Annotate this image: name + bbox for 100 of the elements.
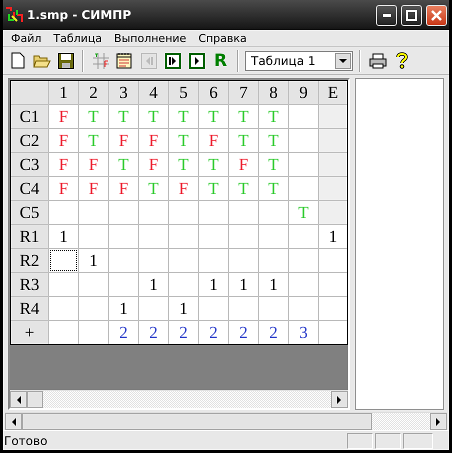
table-cell[interactable] bbox=[49, 297, 78, 320]
table-cell[interactable] bbox=[229, 297, 258, 320]
table-cell[interactable]: 1 bbox=[49, 225, 78, 248]
table-cell[interactable]: 1 bbox=[199, 273, 228, 296]
table-cell[interactable] bbox=[259, 297, 288, 320]
table-cell[interactable] bbox=[79, 201, 108, 224]
table-cell[interactable] bbox=[79, 225, 108, 248]
column-header[interactable]: 7 bbox=[229, 81, 258, 104]
table-cell[interactable] bbox=[169, 249, 198, 272]
table-cell[interactable]: 2 bbox=[229, 321, 258, 344]
row-header[interactable]: + bbox=[11, 321, 48, 344]
menu-item[interactable]: Файл bbox=[5, 32, 48, 44]
table-cell[interactable] bbox=[319, 249, 347, 272]
table-cell[interactable]: F bbox=[49, 105, 78, 128]
scroll-thumb[interactable] bbox=[27, 391, 43, 408]
scroll-thumb[interactable] bbox=[22, 413, 372, 430]
table-cell[interactable]: 1 bbox=[259, 273, 288, 296]
column-header[interactable]: 6 bbox=[199, 81, 228, 104]
table-cell[interactable]: F bbox=[79, 177, 108, 200]
table-cell[interactable]: 1 bbox=[319, 225, 347, 248]
column-header[interactable]: 9 bbox=[289, 81, 318, 104]
table-cell[interactable] bbox=[49, 201, 78, 224]
close-button[interactable] bbox=[426, 4, 447, 26]
table-cell[interactable] bbox=[139, 201, 168, 224]
table-cell[interactable]: 2 bbox=[199, 321, 228, 344]
scroll-right-button[interactable] bbox=[331, 391, 348, 408]
table-cell[interactable] bbox=[199, 225, 228, 248]
table-cell[interactable]: F bbox=[199, 129, 228, 152]
column-header[interactable]: 1 bbox=[49, 81, 78, 104]
table-cell[interactable]: F bbox=[49, 129, 78, 152]
step-icon[interactable] bbox=[162, 50, 183, 71]
column-header[interactable]: 2 bbox=[79, 81, 108, 104]
table-cell[interactable] bbox=[199, 249, 228, 272]
play-icon[interactable] bbox=[186, 50, 207, 71]
table-cell[interactable] bbox=[169, 201, 198, 224]
table-cell[interactable] bbox=[319, 201, 347, 224]
table-cell[interactable] bbox=[199, 297, 228, 320]
row-header[interactable]: C5 bbox=[11, 201, 48, 224]
table-cell[interactable] bbox=[289, 249, 318, 272]
table-cell[interactable] bbox=[229, 201, 258, 224]
table-cell[interactable] bbox=[229, 249, 258, 272]
table-cell[interactable] bbox=[79, 321, 108, 344]
column-header[interactable]: 8 bbox=[259, 81, 288, 104]
table-cell[interactable] bbox=[49, 321, 78, 344]
table-cell[interactable] bbox=[79, 297, 108, 320]
table-cell[interactable] bbox=[109, 249, 138, 272]
table-cell[interactable] bbox=[259, 249, 288, 272]
table-cell[interactable] bbox=[139, 249, 168, 272]
table-cell[interactable] bbox=[49, 249, 78, 272]
maximize-button[interactable] bbox=[401, 4, 422, 26]
table-select[interactable]: Таблица 1 bbox=[245, 50, 353, 70]
row-header[interactable]: R2 bbox=[11, 249, 48, 272]
table-cell[interactable] bbox=[319, 153, 347, 176]
table-cell[interactable]: F bbox=[109, 177, 138, 200]
table-cell[interactable] bbox=[169, 225, 198, 248]
table-cell[interactable]: F bbox=[139, 153, 168, 176]
table-cell[interactable] bbox=[289, 153, 318, 176]
table-cell[interactable] bbox=[319, 105, 347, 128]
minimize-button[interactable] bbox=[376, 4, 397, 26]
table-cell[interactable]: F bbox=[79, 153, 108, 176]
table-cell[interactable] bbox=[49, 273, 78, 296]
table-cell[interactable] bbox=[319, 297, 347, 320]
scroll-left-button[interactable] bbox=[5, 413, 22, 430]
table-cell[interactable]: F bbox=[139, 129, 168, 152]
table-cell[interactable] bbox=[199, 201, 228, 224]
table-cell[interactable] bbox=[289, 297, 318, 320]
row-header[interactable]: R1 bbox=[11, 225, 48, 248]
column-header[interactable]: 4 bbox=[139, 81, 168, 104]
table-cell[interactable] bbox=[109, 201, 138, 224]
table-cell[interactable]: 2 bbox=[109, 321, 138, 344]
table-cell[interactable] bbox=[319, 321, 347, 344]
scroll-left-button[interactable] bbox=[10, 391, 27, 408]
table-cell[interactable]: F bbox=[109, 129, 138, 152]
table-cell[interactable]: F bbox=[49, 153, 78, 176]
column-header[interactable]: 3 bbox=[109, 81, 138, 104]
row-header[interactable]: C2 bbox=[11, 129, 48, 152]
grid-icon[interactable] bbox=[90, 50, 111, 71]
run-button[interactable]: R bbox=[210, 50, 231, 71]
table-cell[interactable]: F bbox=[229, 153, 258, 176]
table-cell[interactable] bbox=[319, 273, 347, 296]
row-header[interactable]: C4 bbox=[11, 177, 48, 200]
table-cell[interactable] bbox=[79, 273, 108, 296]
table-cell[interactable] bbox=[319, 129, 347, 152]
table-cell[interactable] bbox=[319, 177, 347, 200]
table-cell[interactable]: F bbox=[49, 177, 78, 200]
table-cell[interactable]: 1 bbox=[169, 297, 198, 320]
table-cell[interactable] bbox=[289, 129, 318, 152]
table-cell[interactable] bbox=[229, 225, 258, 248]
column-header[interactable]: 5 bbox=[169, 81, 198, 104]
table-cell[interactable] bbox=[139, 225, 168, 248]
floppy-disk-icon[interactable] bbox=[55, 50, 76, 71]
table-cell[interactable] bbox=[259, 201, 288, 224]
row-header[interactable]: R3 bbox=[11, 273, 48, 296]
table-cell[interactable]: 3 bbox=[289, 321, 318, 344]
column-header[interactable]: E bbox=[319, 81, 347, 104]
menu-item[interactable]: Справка bbox=[192, 32, 253, 44]
dropdown-button[interactable] bbox=[335, 52, 351, 68]
table-cell[interactable] bbox=[109, 273, 138, 296]
table-cell[interactable]: 1 bbox=[229, 273, 258, 296]
table-cell[interactable]: 2 bbox=[259, 321, 288, 344]
